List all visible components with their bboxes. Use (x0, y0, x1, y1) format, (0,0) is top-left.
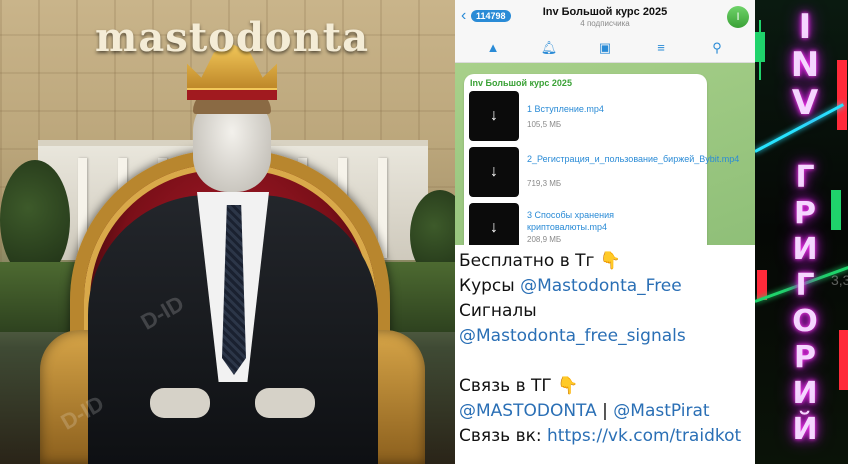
message-bubble: Inv Большой курс 2025 ↓ 1 Вступление.mp4… (464, 74, 739, 245)
subscriber-count: 4 подписчика (580, 19, 630, 28)
bell-icon[interactable]: 🔔︎ (537, 40, 561, 56)
background-price-text: 3,3 (831, 272, 848, 288)
file-attachment[interactable]: ↓ 2_Регистрация_и_пользование_биржей_Byb… (469, 147, 739, 197)
file-name[interactable]: 2_Регистрация_и_пользование_биржей_Bybit… (527, 153, 739, 165)
vk-link[interactable]: https://vk.com/traidkot (547, 426, 741, 446)
neon-letter: Р (794, 340, 816, 375)
file-name[interactable]: 3 Способы хранения криптовалюты.mp4 (527, 209, 687, 233)
signals-label: Сигналы (459, 301, 537, 321)
vk-label: Связь вк: (459, 426, 547, 446)
hand-left (150, 388, 210, 418)
candlestick-green (831, 190, 841, 230)
telegram-channel-screenshot: ‹ 114798 Inv Большой курс 2025 4 подписч… (455, 0, 755, 245)
file-size: 105,5 МБ (527, 120, 562, 129)
file-size: 208,9 МБ (527, 235, 562, 244)
contact-link-mastodonta[interactable]: @MASTODONTA (459, 401, 597, 421)
hand-right (255, 388, 315, 418)
contact-line: @MASTODONTA | @MastPirat (459, 399, 755, 424)
contact-separator: | (596, 401, 614, 421)
neon-letter: Р (794, 196, 816, 231)
channel-avatar[interactable]: I (727, 6, 749, 28)
channel-title: Inv Большой курс 2025 (542, 6, 668, 18)
neon-letter: V (791, 83, 819, 123)
file-name[interactable]: 1 Вступление.mp4 (527, 103, 687, 115)
neon-letter: I (798, 7, 812, 47)
download-arrow-icon[interactable]: ↓ (469, 203, 519, 245)
download-arrow-icon[interactable]: ↓ (469, 91, 519, 141)
candlestick-green (755, 32, 765, 62)
file-attachment[interactable]: ↓ 1 Вступление.mp4 105,5 МБ (469, 91, 699, 141)
channel-toolbar: ▲ 🔔︎ ▣ ≡ ⚲ (455, 33, 755, 63)
vk-line: Связь вк: https://vk.com/traidkot (459, 424, 755, 449)
neon-letter: N (790, 45, 820, 85)
candlestick-red (837, 60, 847, 130)
download-arrow-icon[interactable]: ↓ (469, 147, 519, 197)
neon-word-grigoriy: Г Р И Г О Р И Й (785, 160, 825, 448)
brand-logo-text: mastodonta (95, 14, 370, 61)
message-author: Inv Большой курс 2025 (470, 78, 572, 88)
poster-image: mastodonta D-ID D-ID (0, 0, 455, 464)
courses-link[interactable]: @Mastodonta_Free (520, 276, 682, 296)
neon-letter: Г (795, 268, 815, 303)
search-icon[interactable]: ⚲ (705, 40, 729, 56)
file-size: 719,3 МБ (527, 179, 562, 188)
stack-icon[interactable]: ≡ (649, 40, 673, 55)
contact-link-mastpirat[interactable]: @MastPirat (613, 401, 709, 421)
file-attachment[interactable]: ↓ 3 Способы хранения криптовалюты.mp4 20… (469, 203, 699, 245)
pin-icon[interactable]: ▲ (481, 40, 505, 55)
candlestick-red (839, 330, 848, 390)
chat-area: Inv Большой курс 2025 ↓ 1 Вступление.mp4… (455, 63, 755, 245)
promo-text-block: Бесплатно в Тг 👇 Курсы @Mastodonta_Free … (455, 245, 755, 464)
neon-letter: И (792, 232, 818, 267)
telegram-header: ‹ 114798 Inv Большой курс 2025 4 подписч… (455, 0, 755, 33)
crown-band (187, 88, 277, 100)
neon-letter: О (792, 304, 818, 339)
image-icon[interactable]: ▣ (593, 40, 617, 56)
free-in-telegram-heading: Бесплатно в Тг 👇 (459, 251, 621, 271)
courses-label: Курсы (459, 276, 521, 296)
neon-letter: И (792, 376, 818, 411)
signals-link[interactable]: @Mastodonta_free_signals (459, 324, 755, 349)
neon-letter: Й (792, 412, 818, 447)
contact-heading: Связь в ТГ 👇 (459, 376, 579, 396)
courses-line: Курсы @Mastodonta_Free (459, 274, 755, 299)
neon-word-inv: I N V (785, 8, 825, 122)
neon-banner: I N V Г Р И Г О Р И Й 3,3 (755, 0, 848, 464)
neon-letter: Г (795, 160, 815, 195)
